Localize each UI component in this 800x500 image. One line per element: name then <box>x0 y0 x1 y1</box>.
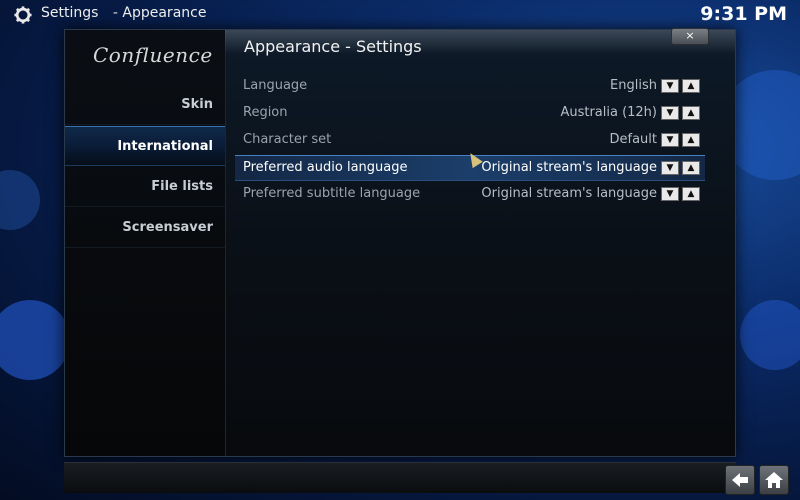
page-title: Appearance - Settings <box>244 37 422 56</box>
setting-value: Default <box>609 132 658 147</box>
home-icon <box>765 472 783 488</box>
sidebar-item-international[interactable]: International <box>65 126 225 166</box>
close-button[interactable]: × <box>671 28 709 45</box>
top-bar: Settings - Appearance 9:31 PM <box>0 0 800 30</box>
confluence-logo: Confluence <box>93 43 213 67</box>
background-bokeh <box>740 300 800 370</box>
spin-down-button[interactable]: ▼ <box>661 187 679 201</box>
background-bokeh <box>0 300 70 380</box>
spin-up-button[interactable]: ▲ <box>682 133 700 147</box>
setting-value: Original stream's language <box>481 186 657 201</box>
sidebar: Confluence Skin International File lists… <box>65 30 226 456</box>
spin-control: ▼ ▲ <box>661 133 701 148</box>
spin-control: ▼ ▲ <box>661 79 701 94</box>
spin-up-button[interactable]: ▲ <box>682 161 700 175</box>
setting-label: Character set <box>243 132 332 147</box>
spin-control: ▼ ▲ <box>661 187 701 202</box>
setting-value: English <box>610 78 657 93</box>
settings-panel: Confluence Skin International File lists… <box>64 28 736 457</box>
breadcrumb-separator: - <box>112 5 118 21</box>
setting-label: Preferred subtitle language <box>243 186 421 201</box>
background-bokeh <box>0 170 40 230</box>
spin-control: ▼ ▲ <box>661 161 701 176</box>
spin-up-button[interactable]: ▲ <box>682 106 700 120</box>
setting-row-preferred-subtitle-language[interactable]: Preferred subtitle language Original str… <box>235 182 705 208</box>
back-arrow-icon <box>732 473 748 487</box>
spin-control: ▼ ▲ <box>661 106 701 121</box>
clock: 9:31 PM <box>700 3 787 25</box>
setting-label: Language <box>243 78 308 93</box>
spin-down-button[interactable]: ▼ <box>661 79 679 93</box>
setting-value: Original stream's language <box>481 160 657 175</box>
spin-up-button[interactable]: ▲ <box>682 187 700 201</box>
sidebar-item-skin[interactable]: Skin <box>65 85 225 125</box>
sidebar-item-file-lists[interactable]: File lists <box>65 167 225 207</box>
setting-value: Australia (12h) <box>560 105 657 120</box>
sidebar-item-screensaver[interactable]: Screensaver <box>65 208 225 248</box>
footer-bar <box>64 462 736 493</box>
spin-down-button[interactable]: ▼ <box>661 161 679 175</box>
breadcrumb-section: Settings <box>41 5 99 21</box>
setting-row-language[interactable]: Language English ▼ ▲ <box>235 74 705 100</box>
spin-down-button[interactable]: ▼ <box>661 133 679 147</box>
setting-row-region[interactable]: Region Australia (12h) ▼ ▲ <box>235 101 705 127</box>
breadcrumb: Settings - Appearance <box>41 5 206 21</box>
gear-icon <box>14 6 32 24</box>
setting-label: Preferred audio language <box>243 160 408 175</box>
home-button[interactable] <box>759 465 789 495</box>
breadcrumb-page: Appearance <box>122 5 207 21</box>
spin-down-button[interactable]: ▼ <box>661 106 679 120</box>
spin-up-button[interactable]: ▲ <box>682 79 700 93</box>
back-button[interactable] <box>725 465 755 495</box>
setting-label: Region <box>243 105 288 120</box>
setting-row-character-set[interactable]: Character set Default ▼ ▲ <box>235 128 705 154</box>
